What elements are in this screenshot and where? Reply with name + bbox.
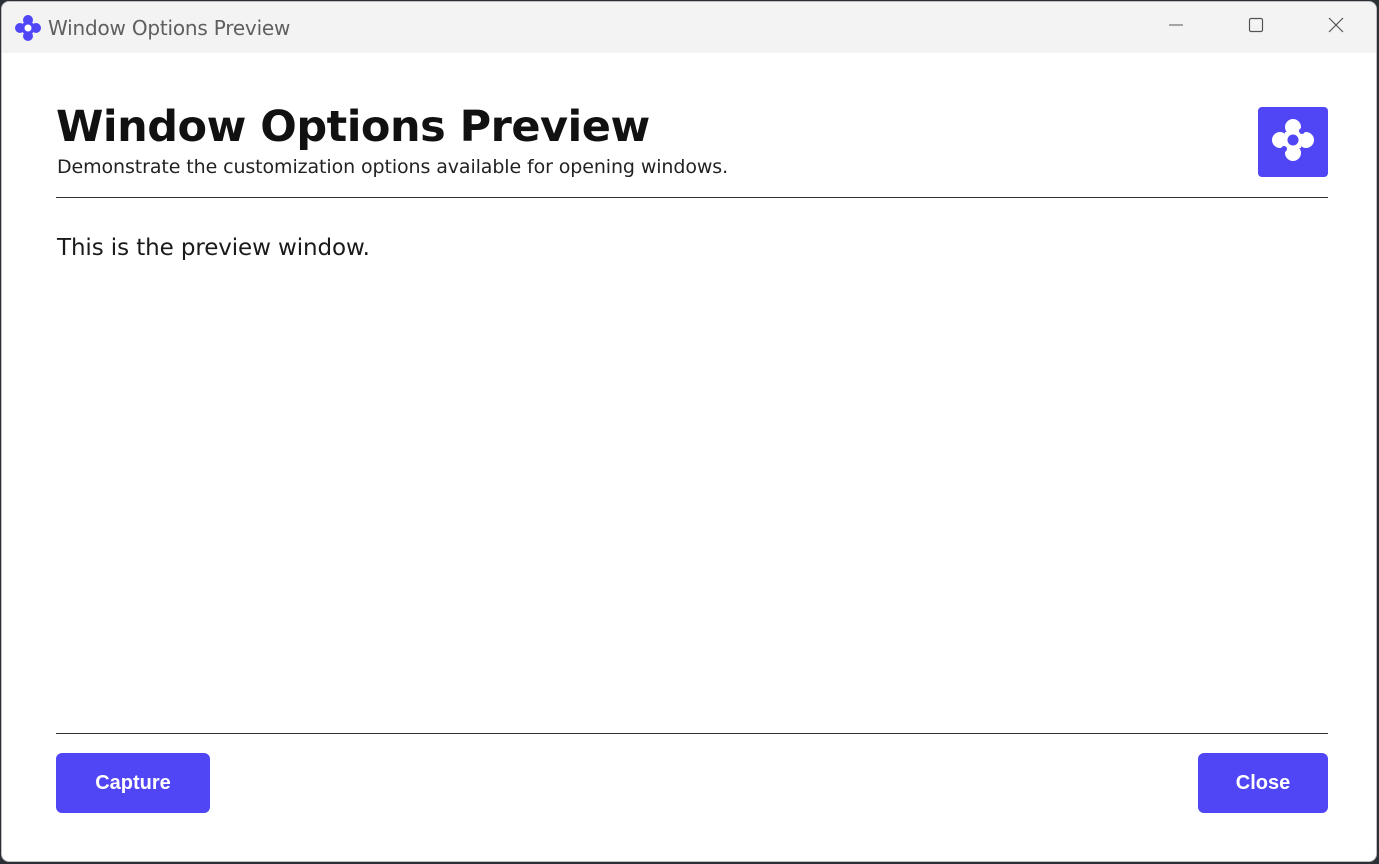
- preview-text: This is the preview window.: [57, 235, 370, 261]
- window-controls: [1136, 2, 1376, 53]
- close-icon: [1328, 17, 1344, 38]
- close-window-button[interactable]: [1296, 2, 1376, 53]
- app-logo-icon: [13, 13, 43, 43]
- maximize-icon: [1248, 17, 1264, 38]
- minimize-icon: [1168, 17, 1184, 38]
- page-title: Window Options Preview: [56, 102, 650, 152]
- page-subtitle: Demonstrate the customization options av…: [57, 156, 729, 178]
- capture-button[interactable]: Capture: [56, 753, 210, 813]
- window-title: Window Options Preview: [48, 15, 291, 40]
- minimize-button[interactable]: [1136, 2, 1216, 53]
- page-header: Window Options Preview Demonstrate the c…: [56, 53, 1328, 198]
- close-button[interactable]: Close: [1198, 753, 1328, 813]
- app-logo-icon: [1269, 116, 1317, 169]
- main-content: Window Options Preview Demonstrate the c…: [56, 53, 1328, 861]
- title-bar[interactable]: Window Options Preview: [2, 2, 1376, 53]
- maximize-button[interactable]: [1216, 2, 1296, 53]
- logo-badge: [1258, 107, 1328, 177]
- footer-divider: [56, 733, 1328, 734]
- preview-window: Window Options Preview Window Options Pr…: [1, 1, 1377, 862]
